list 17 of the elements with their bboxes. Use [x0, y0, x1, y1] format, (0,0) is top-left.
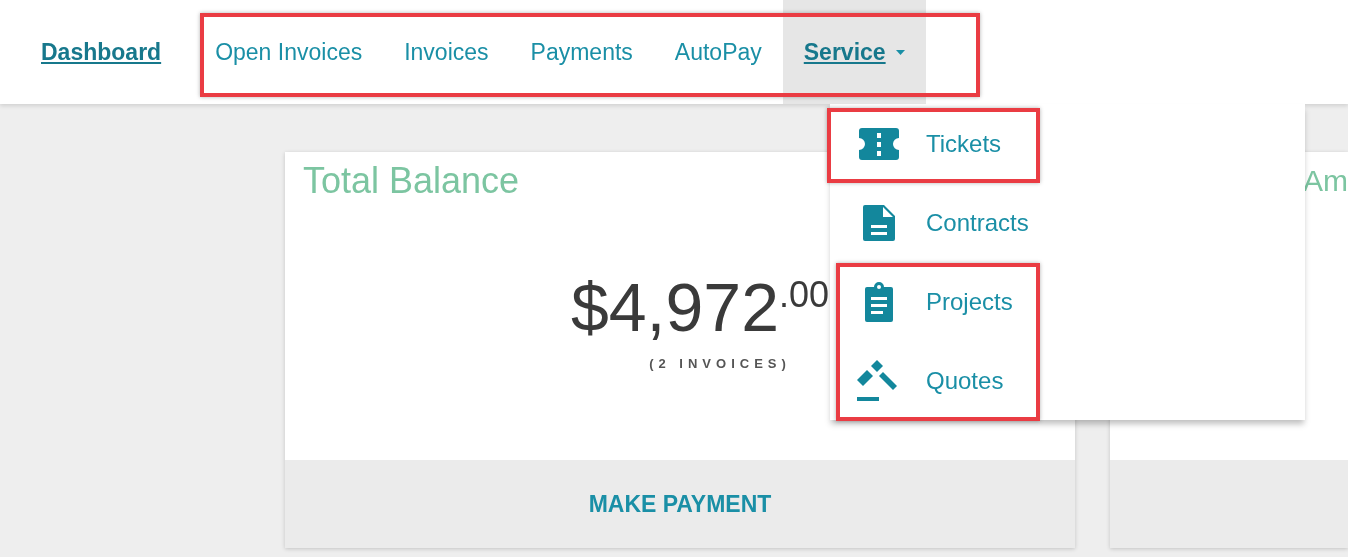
menu-item[interactable]: Quotes: [857, 351, 1004, 411]
card-title: Am: [1303, 164, 1348, 198]
menu-item[interactable]: Contracts: [857, 193, 1029, 253]
menu-item[interactable]: Tickets: [857, 114, 1002, 174]
nav-link[interactable]: Dashboard: [20, 0, 183, 104]
caret-icon: [895, 49, 905, 55]
ticket-icon: [857, 128, 901, 160]
nav-link[interactable]: AutoPay: [653, 0, 783, 104]
menu-item[interactable]: Projects: [857, 272, 1013, 332]
make-payment-button[interactable]: MAKE PAYMENT: [285, 460, 1075, 548]
nav-link[interactable]: Payments: [509, 0, 654, 104]
invoice-count: (2 INVOICES): [649, 356, 791, 371]
balance-amount: $4,972$^{.00}$: [571, 268, 829, 346]
nav-link[interactable]: Invoices: [383, 0, 510, 104]
nav-link[interactable]: Open Invoices: [194, 0, 384, 104]
card-title: Total Balance: [303, 160, 520, 202]
dropdown-nav-link[interactable]: Service: [782, 0, 926, 104]
